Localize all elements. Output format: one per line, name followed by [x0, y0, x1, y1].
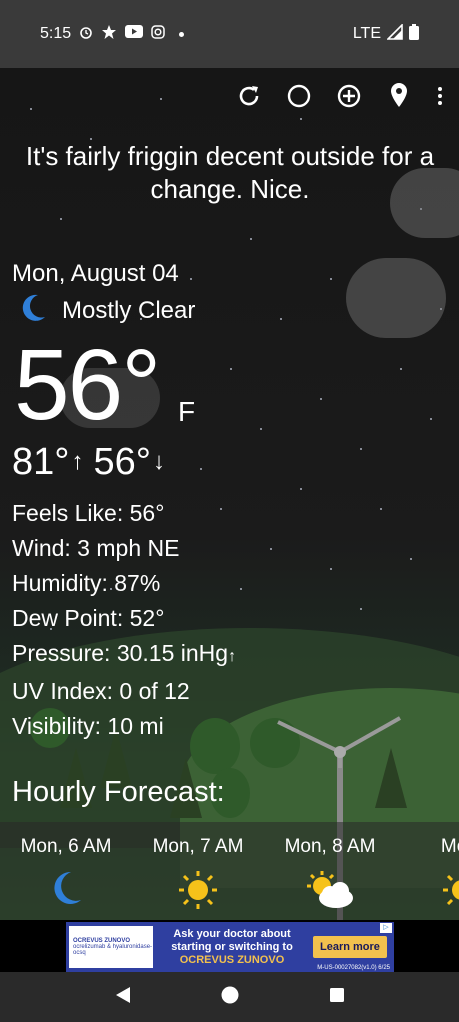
cloud-shape: [346, 258, 446, 338]
status-time: 5:15: [40, 25, 72, 42]
system-nav-bar: [0, 972, 459, 1022]
sun-icon: [442, 870, 459, 916]
wind: Wind: 3 mph NE: [12, 535, 180, 561]
hourly-item[interactable]: Mon, 6 AM: [1, 836, 131, 912]
humidity: Humidity: 87%: [12, 570, 161, 596]
visibility: Visibility: 10 mi: [12, 713, 164, 739]
weather-headline: It's fairly friggin decent outside for a…: [25, 141, 435, 204]
arrow-up-icon: ↑: [71, 448, 84, 475]
hourly-forecast-title: Hourly Forecast:: [12, 776, 225, 808]
hour-time: Mon, 6 AM: [20, 836, 112, 857]
feels-like: Feels Like: 56°: [12, 500, 165, 526]
hour-time: Mon, 8 AM: [284, 836, 376, 857]
pressure-rising-icon: ↑: [228, 648, 237, 665]
hourly-item[interactable]: Mon, 8 AM: [265, 836, 395, 916]
alarm-icon: [79, 25, 93, 44]
back-icon[interactable]: [115, 986, 131, 1009]
ad-line-2: starting or switching to: [171, 940, 293, 953]
ad-text: Ask your doctor about starting or switch…: [157, 928, 307, 967]
high-temp: 81°: [12, 441, 70, 483]
network-label: LTE: [352, 25, 381, 42]
current-condition: Mostly Clear: [18, 292, 195, 329]
dew-point: Dew Point: 52°: [12, 605, 165, 631]
current-temperature: 56°: [14, 329, 161, 441]
pressure-row: Pressure: 30.15 inHg↑: [12, 636, 236, 674]
ad-brand: OCREVUS ZUNOVO: [179, 953, 285, 966]
high-low: 81° ↑ 56° ↓: [12, 438, 165, 486]
youtube-icon: [125, 25, 144, 43]
current-date: Mon, August 04: [12, 260, 179, 287]
moon-icon: [18, 292, 48, 329]
theme-icon[interactable]: [285, 82, 313, 110]
ad-learn-more-button[interactable]: Learn more: [313, 936, 387, 958]
low-temp: 56°: [93, 441, 151, 483]
recents-icon[interactable]: [329, 987, 345, 1008]
ad-choices-icon[interactable]: ▷: [380, 923, 392, 933]
temperature-unit: F: [178, 396, 196, 427]
weather-details: Feels Like: 56° Wind: 3 mph NE Humidity:…: [12, 496, 236, 744]
hourly-forecast-strip[interactable]: Mon, 6 AM Mon, 7 AM Mon, 8 AM Mon,: [0, 822, 459, 920]
sun-icon: [178, 870, 218, 916]
status-bar: 5:15 LTE: [0, 0, 459, 68]
ad-code: M-US-00027082(v1.0) 6/25: [317, 965, 390, 971]
hour-time: Mon, 7 AM: [152, 836, 244, 857]
hourly-item[interactable]: Mon, 7 AM: [133, 836, 263, 916]
location-icon[interactable]: [385, 82, 413, 110]
signal-icon: [386, 22, 403, 45]
battery-icon: [409, 23, 419, 45]
ad-line-1: Ask your doctor about: [173, 927, 291, 940]
home-icon[interactable]: [221, 986, 239, 1009]
toolbar: [235, 82, 445, 110]
hour-time: Mon,: [440, 836, 459, 857]
ad-logo-generic: ocrelizumab & hyaluronidase-ocsq: [73, 944, 153, 956]
more-icon[interactable]: [435, 82, 445, 110]
uv-index: UV Index: 0 of 12: [12, 678, 190, 704]
notification-dot-icon: [179, 31, 185, 37]
refresh-icon[interactable]: [235, 82, 263, 110]
add-location-icon[interactable]: [335, 82, 363, 110]
star-icon: [101, 24, 117, 45]
pressure: Pressure: 30.15 inHg: [12, 640, 229, 666]
ad-logo: OCREVUS ZUNOVO ocrelizumab & hyaluronida…: [69, 926, 153, 968]
moon-icon: [49, 870, 83, 912]
instagram-icon: [151, 24, 165, 44]
arrow-down-icon: ↓: [152, 448, 165, 475]
partly-cloudy-icon: [304, 870, 356, 916]
ad-banner[interactable]: OCREVUS ZUNOVO ocrelizumab & hyaluronida…: [66, 922, 394, 972]
condition-label: Mostly Clear: [62, 296, 196, 324]
hourly-item[interactable]: Mon,: [397, 836, 459, 916]
